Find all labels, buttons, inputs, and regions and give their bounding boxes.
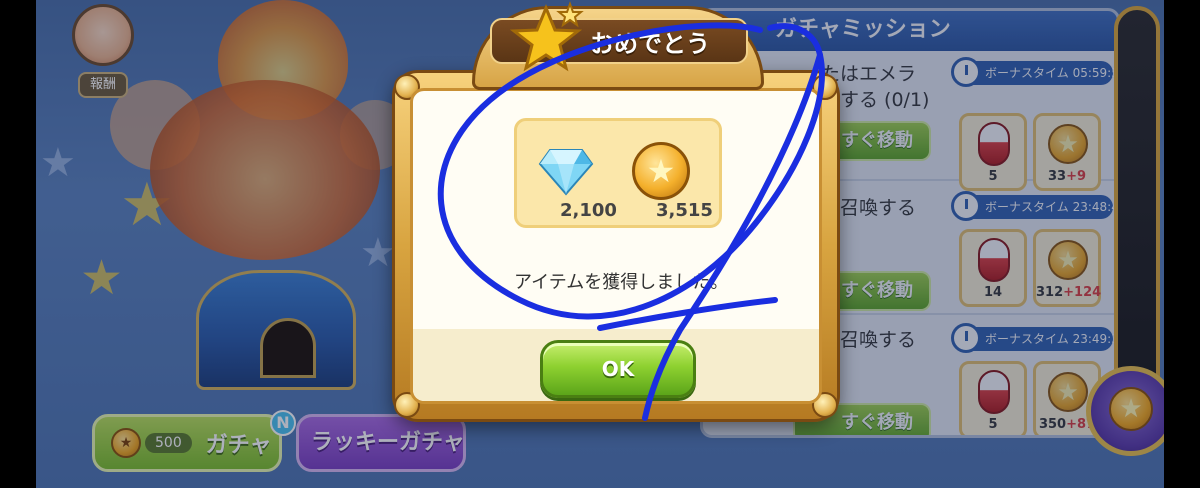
coin-amount: 3,515 <box>656 200 713 221</box>
ok-button[interactable]: OK <box>540 340 696 398</box>
star-icon <box>509 1 584 72</box>
dialog-message: アイテムを獲得しました。 <box>514 272 729 293</box>
game-screen: ★ ★ ★ ★ 報酬 ★ 500 ガチャ N ラッキーガチャ ガチャミッション … <box>0 0 1200 488</box>
diamond-amount: 2,100 <box>560 200 617 221</box>
letterbox-right <box>1164 0 1200 488</box>
diamond-icon <box>538 149 594 196</box>
dialog-title: おめでとう <box>590 30 710 58</box>
gold-star-coin-icon: ★ <box>632 142 690 200</box>
letterbox-left <box>0 0 36 488</box>
